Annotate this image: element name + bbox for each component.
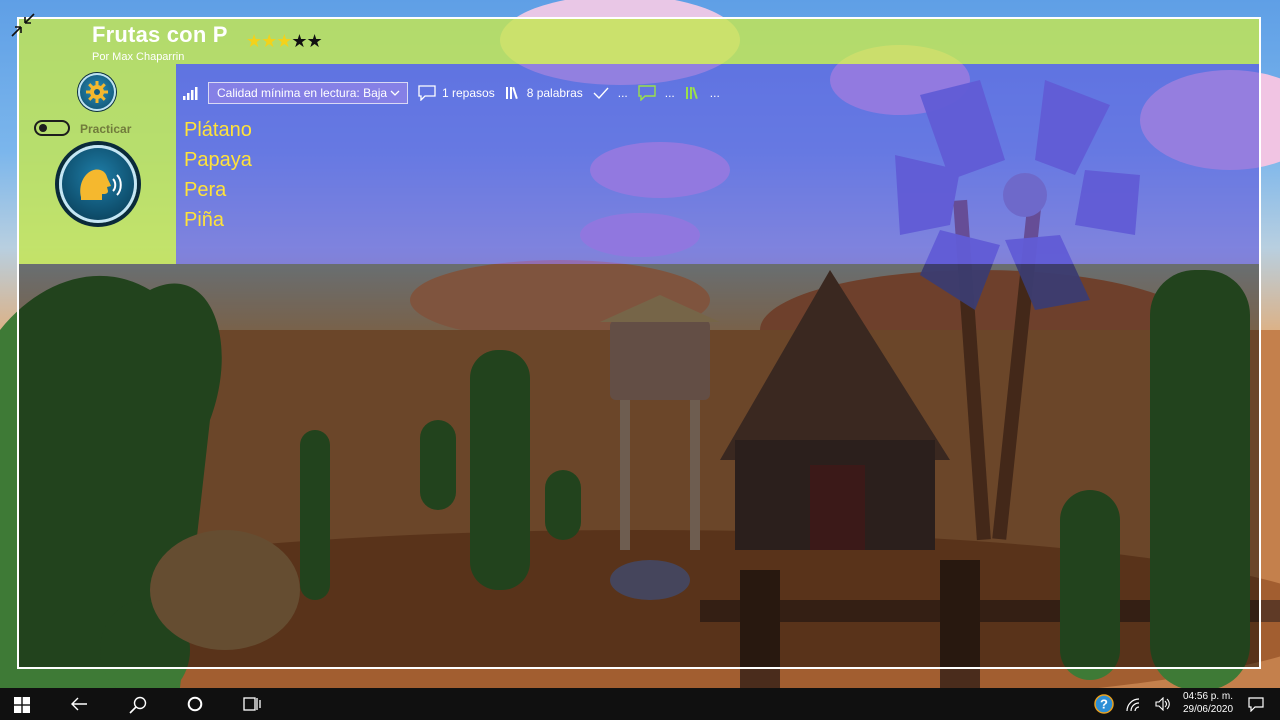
words-counter[interactable]: 8 palabras xyxy=(505,86,583,100)
author-label: Por Max Chaparrin xyxy=(92,51,185,63)
chevron-down-icon xyxy=(390,90,400,96)
task-view-icon[interactable] xyxy=(243,695,261,713)
toolbar: Calidad mínima en lectura: Baja 1 repaso… xyxy=(183,81,720,105)
list-item[interactable]: Pera xyxy=(184,177,252,207)
taskbar-clock[interactable]: 04:56 p. m. 29/06/2020 xyxy=(1180,690,1236,716)
library-more: ... xyxy=(709,86,720,100)
rating-stars-filled: ★★★ xyxy=(246,31,292,51)
reviews-counter[interactable]: 1 repasos xyxy=(418,85,495,101)
reading-quality-value: Calidad mínima en lectura: Baja xyxy=(217,86,388,100)
list-item[interactable]: Papaya xyxy=(184,147,252,177)
reviews-count: 1 repasos xyxy=(442,86,495,100)
clock-date: 29/06/2020 xyxy=(1182,704,1234,715)
check-status[interactable]: ... xyxy=(593,86,628,100)
rating-stars: ★★★★★ xyxy=(246,31,323,52)
help-icon[interactable]: ? xyxy=(1094,694,1114,714)
cortana-icon[interactable] xyxy=(187,696,203,712)
notifications-icon[interactable] xyxy=(1248,697,1264,712)
toggle-knob xyxy=(39,124,47,132)
check-more: ... xyxy=(617,86,628,100)
clock-time: 04:56 p. m. xyxy=(1182,691,1234,702)
network-icon[interactable] xyxy=(1126,698,1140,712)
volume-icon[interactable] xyxy=(1155,697,1171,711)
rating-stars-empty: ★★ xyxy=(291,31,322,51)
review-status[interactable]: ... xyxy=(638,85,675,101)
page-title: Frutas con P xyxy=(92,22,228,47)
review-more: ... xyxy=(664,86,675,100)
windows-start-icon[interactable] xyxy=(14,697,30,713)
list-item[interactable]: Plátano xyxy=(184,117,252,147)
settings-button[interactable] xyxy=(78,73,116,111)
gear-icon xyxy=(86,81,108,103)
review-bubble-icon xyxy=(418,85,436,101)
taskbar: ? xyxy=(0,688,1280,720)
reading-quality-select[interactable]: Calidad mínima en lectura: Baja xyxy=(208,82,408,104)
checkmark-icon xyxy=(593,87,609,100)
practice-label: Practicar xyxy=(80,122,132,136)
speak-button[interactable] xyxy=(59,145,137,223)
list-item[interactable]: Piña xyxy=(184,207,252,237)
window-frame xyxy=(17,17,1261,669)
practice-toggle[interactable] xyxy=(34,120,70,136)
words-count: 8 palabras xyxy=(526,86,583,100)
library-icon xyxy=(505,86,518,100)
library-green-icon xyxy=(685,86,698,100)
back-arrow-icon[interactable] xyxy=(70,696,88,712)
signal-strength-icon xyxy=(183,87,198,100)
search-icon[interactable] xyxy=(129,696,147,714)
speaking-head-icon xyxy=(80,169,122,200)
word-list: Plátano Papaya Pera Piña xyxy=(184,117,252,237)
minimize-icon[interactable] xyxy=(8,10,38,40)
library-status[interactable]: ... xyxy=(685,86,720,100)
svg-text:?: ? xyxy=(1100,697,1108,712)
review-bubble-green-icon xyxy=(638,85,656,101)
